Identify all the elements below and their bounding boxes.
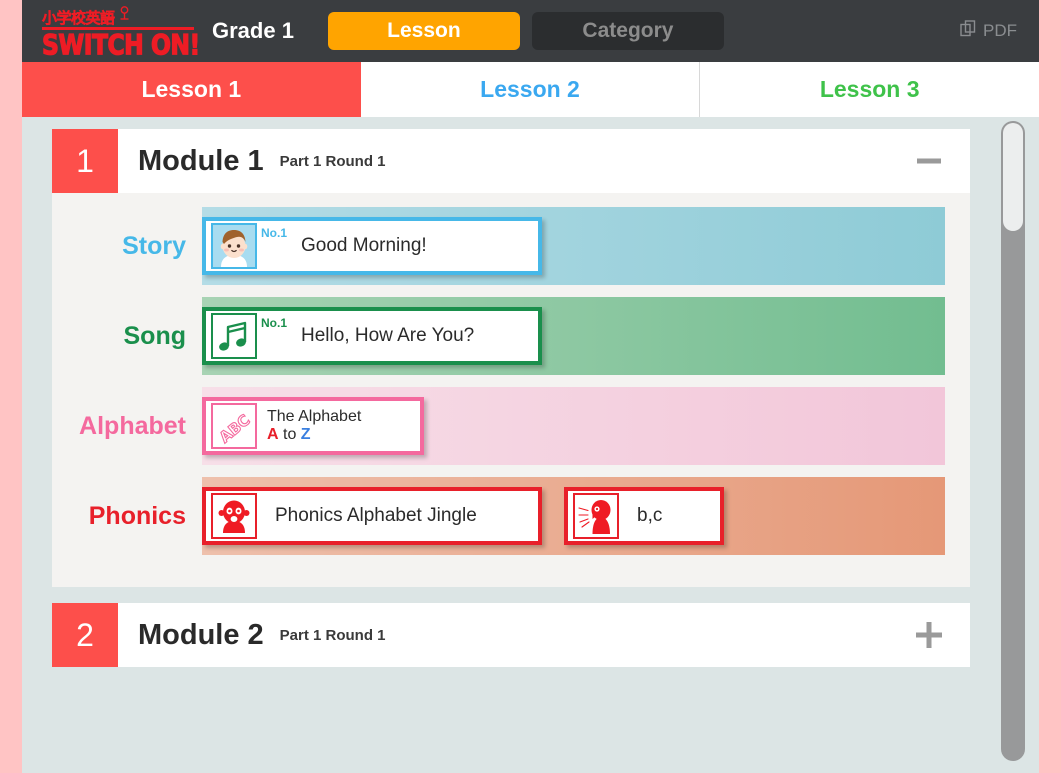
alphabet-letter-a: A	[267, 426, 279, 443]
logo-switch-on-text: SWITCH ON!	[41, 30, 200, 62]
lesson-tab-1[interactable]: Lesson 1	[22, 62, 361, 117]
card-title-song-1: Hello, How Are You?	[301, 325, 475, 347]
lesson-content-pane: 1 Module 1 Part 1 Round 1 Story No.1 Goo…	[22, 117, 1039, 773]
mode-tab-group: Lesson Category	[327, 12, 724, 50]
vertical-scrollbar[interactable]	[1001, 121, 1025, 761]
module-body-1: Story No.1 Good Morning! Song No.1 Hello…	[52, 193, 970, 587]
alphabet-to-word: to	[278, 426, 301, 443]
mode-tab-category[interactable]: Category	[531, 12, 724, 50]
content-card-alphabet-1[interactable]: ABC The Alphabet A to Z	[202, 397, 424, 455]
microphone-icon	[118, 6, 131, 25]
abc-icon: ABC	[211, 403, 257, 449]
alphabet-line-1: The Alphabet	[267, 407, 362, 425]
content-card-song-1[interactable]: No.1 Hello, How Are You?	[202, 307, 542, 365]
phonics-speaking-head-icon	[573, 493, 619, 539]
grade-label: Grade 1	[212, 18, 294, 43]
module-title-1: Module 1	[138, 144, 264, 177]
category-bar-phonics: Phonics Alphabet Jingle b,c	[202, 477, 945, 555]
pdf-button[interactable]: PDF	[952, 16, 1025, 46]
module-header-2[interactable]: 2 Module 2 Part 1 Round 1	[52, 603, 970, 667]
svg-text:ABC: ABC	[216, 411, 254, 446]
pdf-label: PDF	[983, 21, 1017, 40]
card-number-song-1: No.1	[261, 316, 288, 330]
top-header-bar: 小学校英語 SWITCH ON! Grade 1 Lesson Category	[22, 0, 1039, 62]
card-title-phonics-2: b,c	[637, 505, 663, 527]
boy-face-icon	[211, 223, 257, 269]
category-bar-story: No.1 Good Morning!	[202, 207, 945, 285]
music-note-icon	[211, 313, 257, 359]
content-card-story-1[interactable]: No.1 Good Morning!	[202, 217, 542, 275]
minus-icon[interactable]	[912, 144, 946, 178]
content-card-phonics-1[interactable]: Phonics Alphabet Jingle	[202, 487, 542, 545]
module-card-1: 1 Module 1 Part 1 Round 1 Story No.1 Goo…	[52, 129, 970, 587]
app-root: 小学校英語 SWITCH ON! Grade 1 Lesson Category	[0, 0, 1061, 773]
mode-tab-lesson[interactable]: Lesson	[327, 12, 520, 50]
card-title-phonics-1: Phonics Alphabet Jingle	[275, 505, 477, 527]
category-label-story: Story	[122, 231, 186, 260]
app-logo: 小学校英語 SWITCH ON!	[41, 6, 201, 60]
category-label-phonics: Phonics	[88, 501, 186, 530]
lesson-tab-2[interactable]: Lesson 2	[361, 62, 701, 117]
card-number-story-1: No.1	[261, 226, 288, 240]
module-title-2: Module 2	[138, 618, 264, 651]
lesson-tab-3[interactable]: Lesson 3	[700, 62, 1039, 117]
card-title-alphabet-1: The Alphabet A to Z	[267, 408, 361, 445]
copy-pages-icon	[960, 20, 977, 42]
module-list: 1 Module 1 Part 1 Round 1 Story No.1 Goo…	[52, 129, 970, 683]
module-subtitle-2: Part 1 Round 1	[279, 626, 386, 644]
category-label-song: Song	[123, 321, 187, 350]
category-row-alphabet: Alphabet ABC The Alphabet A to Z	[52, 387, 970, 465]
logo-japanese-text: 小学校英語	[42, 9, 115, 27]
category-bar-alphabet: ABC The Alphabet A to Z	[202, 387, 945, 465]
alphabet-line-2: A to Z	[267, 426, 311, 443]
module-card-2: 2 Module 2 Part 1 Round 1	[52, 603, 970, 667]
card-title-story-1: Good Morning!	[301, 235, 427, 257]
module-number-badge-1: 1	[52, 129, 118, 193]
category-row-song: Song No.1 Hello, How Are You?	[52, 297, 970, 375]
phonics-face-icon	[211, 493, 257, 539]
module-subtitle-1: Part 1 Round 1	[279, 152, 386, 170]
alphabet-letter-z: Z	[300, 426, 311, 443]
module-header-1[interactable]: 1 Module 1 Part 1 Round 1	[52, 129, 970, 193]
plus-icon[interactable]	[912, 618, 946, 652]
category-label-alphabet: Alphabet	[79, 411, 186, 440]
lesson-tab-bar: Lesson 1 Lesson 2 Lesson 3	[22, 62, 1039, 117]
content-card-phonics-2[interactable]: b,c	[564, 487, 724, 545]
module-number-badge-2: 2	[52, 603, 118, 667]
category-row-phonics: Phonics Phonics Alphabet Jingle b,c	[52, 477, 970, 555]
category-row-story: Story No.1 Good Morning!	[52, 207, 970, 285]
category-bar-song: No.1 Hello, How Are You?	[202, 297, 945, 375]
scrollbar-thumb[interactable]	[1003, 123, 1023, 231]
logo-japanese-row: 小学校英語	[42, 6, 194, 30]
